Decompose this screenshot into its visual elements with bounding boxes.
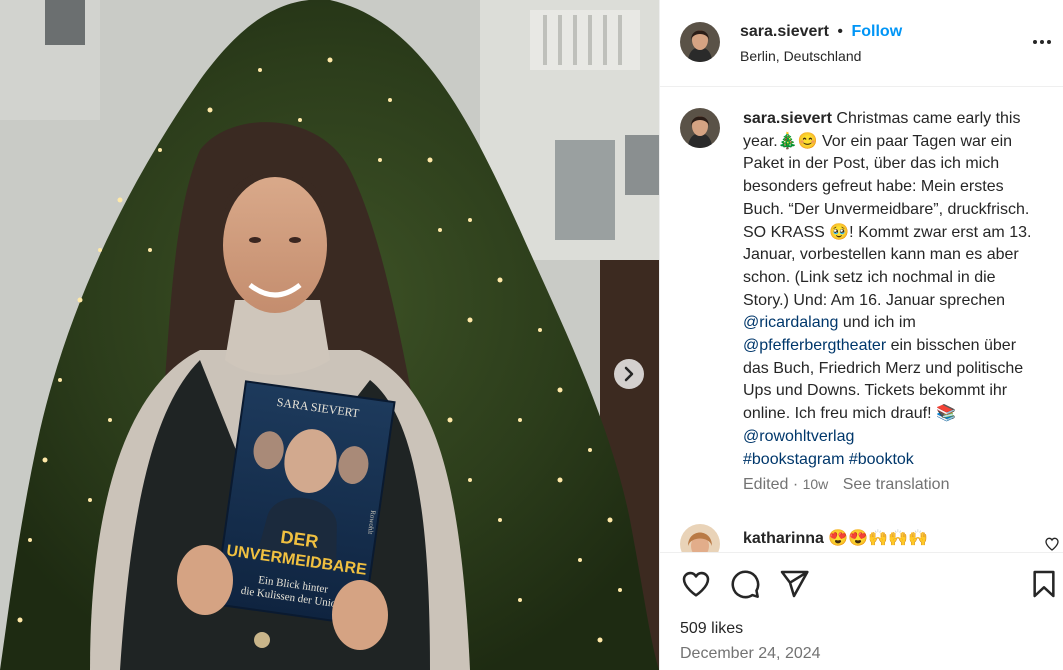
- mention-pfefferbergtheater[interactable]: @pfefferbergtheater: [743, 337, 886, 354]
- heart-icon: [1045, 537, 1059, 551]
- edited-label: Edited: [743, 476, 789, 493]
- share-button[interactable]: [778, 568, 810, 600]
- bookmark-icon: [1033, 570, 1055, 598]
- header-username[interactable]: sara.sievert: [740, 23, 829, 40]
- hashtag-booktok[interactable]: #booktok: [849, 451, 914, 468]
- post-age[interactable]: 10w: [803, 476, 829, 492]
- more-options-button[interactable]: [1030, 30, 1054, 54]
- like-button[interactable]: [680, 568, 712, 600]
- post-image: SARA SIEVERT DER UNVERMEIDBARE Ein Blick…: [0, 0, 659, 670]
- avatar[interactable]: [680, 22, 720, 62]
- comment-text: katharinna 😍😍🙌🙌🙌: [743, 528, 928, 548]
- caption-username[interactable]: sara.sievert: [743, 110, 832, 127]
- post-header: sara.sievert • Follow Berlin, Deutschlan…: [660, 0, 1063, 87]
- comment-body: 😍😍🙌🙌🙌: [828, 530, 928, 547]
- likes-count[interactable]: 509 likes: [680, 620, 743, 638]
- mention-ricardalang[interactable]: @ricardalang: [743, 314, 838, 331]
- header-dot: •: [837, 23, 844, 40]
- meta-separator: ·: [788, 476, 803, 493]
- divider: [660, 552, 1063, 553]
- save-button[interactable]: [1028, 568, 1060, 600]
- post-actions: [660, 560, 1063, 610]
- hashtag-bookstagram[interactable]: #bookstagram: [743, 451, 844, 468]
- comment-username[interactable]: katharinna: [743, 530, 824, 547]
- post-date[interactable]: December 24, 2024: [680, 645, 821, 663]
- more-horizontal-icon: [1033, 40, 1051, 44]
- header-user-row: sara.sievert • Follow: [740, 23, 902, 41]
- caption-avatar[interactable]: [680, 108, 720, 148]
- caption-text-1: Christmas came early this year.🎄😊 Vor ei…: [743, 110, 1036, 309]
- follow-button[interactable]: Follow: [851, 23, 902, 40]
- comment-row: katharinna 😍😍🙌🙌🙌: [660, 520, 1063, 552]
- comment-button[interactable]: [729, 568, 761, 600]
- location-link[interactable]: Berlin, Deutschland: [740, 48, 861, 64]
- share-icon: [780, 570, 809, 598]
- avatar-image: [680, 524, 720, 552]
- caption-text-2: und ich im: [838, 314, 921, 332]
- see-translation-link[interactable]: See translation: [843, 476, 950, 493]
- avatar-image: [680, 108, 720, 148]
- mention-rowohltverlag[interactable]: @rowohltverlag: [743, 428, 854, 445]
- chevron-right-icon: [624, 366, 634, 382]
- next-image-button[interactable]: [614, 359, 644, 389]
- comment-avatar[interactable]: [680, 524, 720, 552]
- heart-icon: [682, 571, 710, 597]
- avatar-image: [680, 22, 720, 62]
- comment-like-button[interactable]: [1044, 536, 1060, 552]
- post-side-panel: sara.sievert • Follow Berlin, Deutschlan…: [659, 0, 1063, 670]
- comment-icon: [731, 570, 760, 599]
- post-photo[interactable]: SARA SIEVERT DER UNVERMEIDBARE Ein Blick…: [0, 0, 659, 670]
- caption-meta: Edited · 10w See translation: [743, 476, 949, 494]
- caption-text: sara.sievert Christmas came early this y…: [743, 108, 1043, 471]
